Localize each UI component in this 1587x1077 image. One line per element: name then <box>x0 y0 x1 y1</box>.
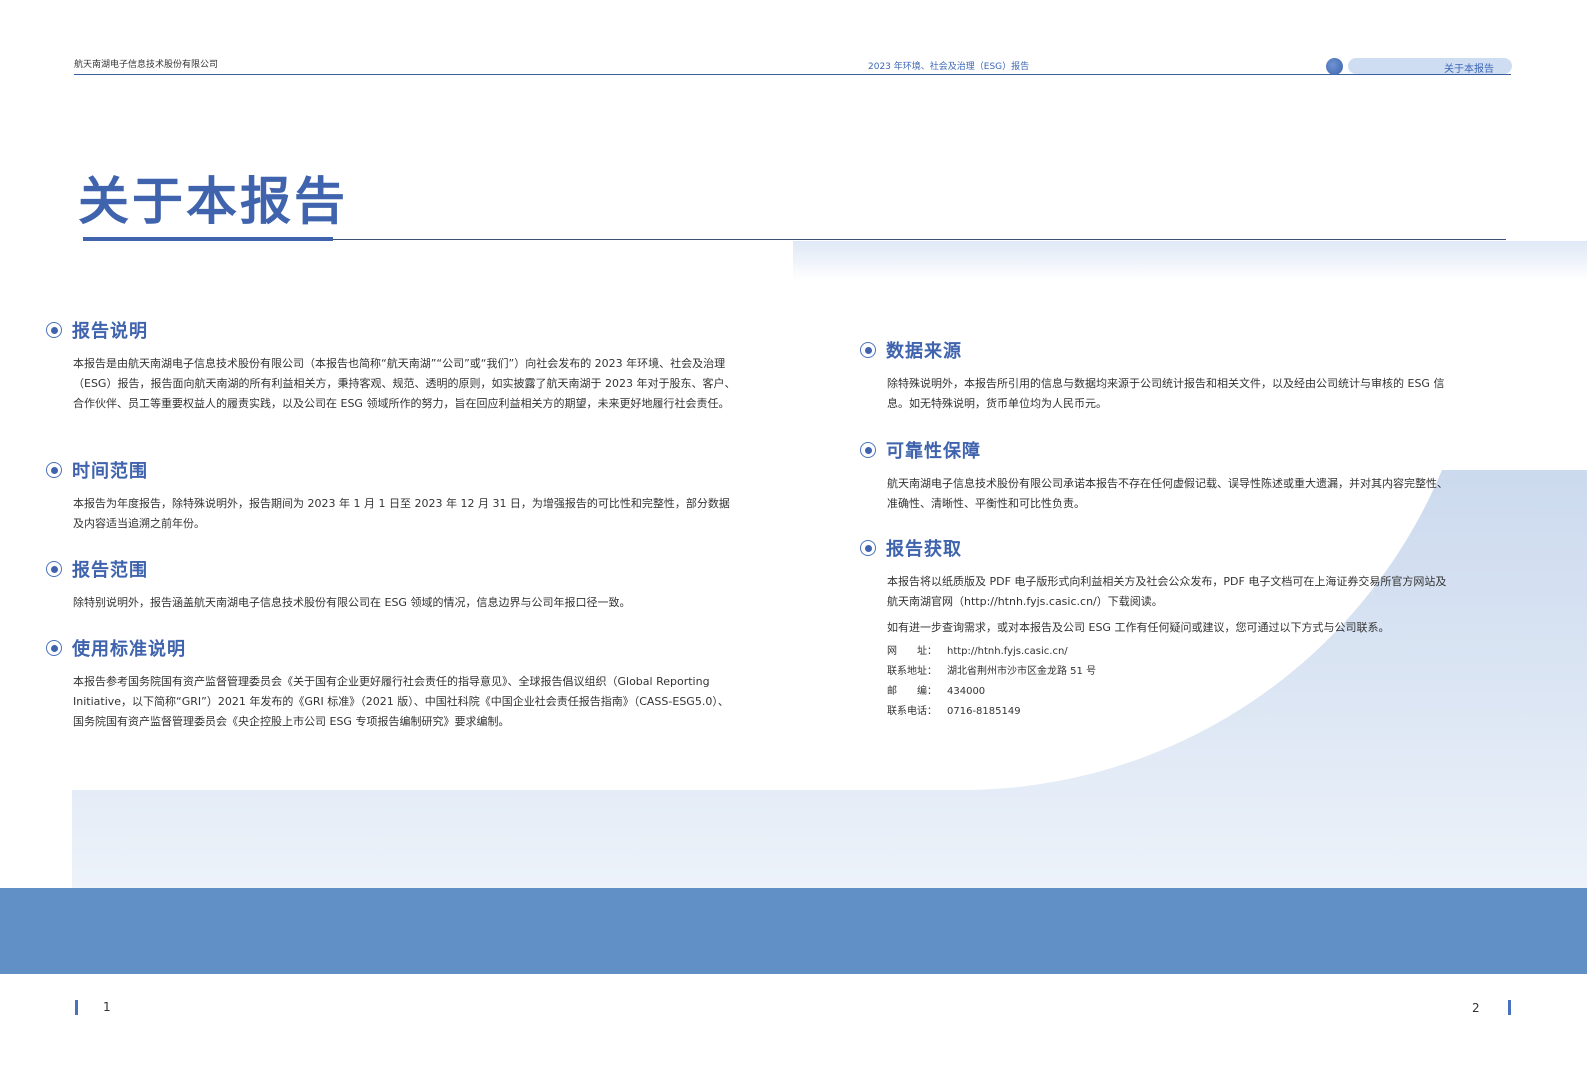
section-paragraph: 本报告将以纸质版及 PDF 电子版形式向利益相关方及社会公众发布，PDF 电子文… <box>887 575 1447 608</box>
contact-value: 0716-8185149 <box>947 706 1021 717</box>
section-time-range: 时间范围 本报告为年度报告，除特殊说明外，报告期间为 2023 年 1 月 1 … <box>46 456 736 534</box>
header-report-name: 2023 年环境、社会及治理（ESG）报告 <box>868 62 1030 72</box>
bullet-icon <box>860 540 876 556</box>
contact-phone: 联系电话： 0716-8185149 <box>887 702 1450 722</box>
contact-label: 联系地址： <box>887 666 937 677</box>
website-link[interactable]: http://htnh.fyjs.casic.cn/ <box>947 646 1068 657</box>
contact-website: 网 址： http://htnh.fyjs.casic.cn/ <box>887 642 1450 662</box>
title-rule-accent <box>83 237 333 241</box>
contact-value: 湖北省荆州市沙市区金龙路 51 号 <box>947 666 1097 677</box>
page-title: 关于本报告 <box>78 173 349 232</box>
section-title: 使用标准说明 <box>72 639 186 660</box>
section-paragraph: 航天南湖电子信息技术股份有限公司承诺本报告不存在任何虚假记载、误导性陈述或重大遗… <box>887 477 1448 510</box>
contact-address: 联系地址： 湖北省荆州市沙市区金龙路 51 号 <box>887 662 1450 682</box>
section-title: 报告获取 <box>886 539 962 560</box>
header-section-label: 关于本报告 <box>1444 64 1494 75</box>
section-paragraph: 除特别说明外，报告涵盖航天南湖电子信息技术股份有限公司在 ESG 领域的情况，信… <box>73 596 631 609</box>
contact-postcode: 邮 编： 434000 <box>887 682 1450 702</box>
bullet-icon <box>46 561 62 577</box>
section-report-access: 报告获取 本报告将以纸质版及 PDF 电子版形式向利益相关方及社会公众发布，PD… <box>860 534 1450 722</box>
bullet-icon <box>860 342 876 358</box>
bullet-icon <box>46 640 62 656</box>
bullet-icon <box>46 322 62 338</box>
header-section-tab: 关于本报告 <box>1348 58 1512 75</box>
contact-label: 联系电话： <box>887 706 937 717</box>
contact-label: 邮 编： <box>887 686 937 697</box>
section-data-source: 数据来源 除特殊说明外，本报告所引用的信息与数据均来源于公司统计报告和相关文件，… <box>860 336 1450 414</box>
section-title: 时间范围 <box>72 461 148 482</box>
page-marker-left <box>75 1000 78 1015</box>
section-paragraph: 如有进一步查询需求，或对本报告及公司 ESG 工作有任何疑问或建议，您可通过以下… <box>887 621 1390 634</box>
bullet-icon <box>46 462 62 478</box>
section-reliability: 可靠性保障 航天南湖电子信息技术股份有限公司承诺本报告不存在任何虚假记载、误导性… <box>860 436 1450 514</box>
section-title: 报告范围 <box>72 560 148 581</box>
section-title: 数据来源 <box>886 341 962 362</box>
header-rule <box>74 74 1511 75</box>
header-gradient-decoration <box>793 241 1587 281</box>
section-title: 可靠性保障 <box>886 441 981 462</box>
section-paragraph: 本报告为年度报告，除特殊说明外，报告期间为 2023 年 1 月 1 日至 20… <box>73 497 730 530</box>
header-dot-icon <box>1326 58 1343 75</box>
section-report-scope: 报告范围 除特别说明外，报告涵盖航天南湖电子信息技术股份有限公司在 ESG 领域… <box>46 555 736 613</box>
section-paragraph: 除特殊说明外，本报告所引用的信息与数据均来源于公司统计报告和相关文件，以及经由公… <box>887 377 1445 410</box>
page-marker-right <box>1508 1000 1511 1015</box>
bullet-icon <box>860 442 876 458</box>
section-title: 报告说明 <box>72 321 148 342</box>
section-paragraph: 本报告参考国务院国有资产监督管理委员会《关于国有企业更好履行社会责任的指导意见》… <box>73 675 729 728</box>
section-standards: 使用标准说明 本报告参考国务院国有资产监督管理委员会《关于国有企业更好履行社会责… <box>46 634 736 732</box>
footer-blue-band <box>0 888 1587 974</box>
page-number-right: 2 <box>1472 1001 1480 1015</box>
contact-label: 网 址： <box>887 646 937 657</box>
contact-value: 434000 <box>947 686 986 697</box>
section-report-description: 报告说明 本报告是由航天南湖电子信息技术股份有限公司（本报告也简称“航天南湖”“… <box>46 316 736 414</box>
header-company: 航天南湖电子信息技术股份有限公司 <box>74 60 219 70</box>
page-number-left: 1 <box>103 1000 111 1014</box>
contact-list: 网 址： http://htnh.fyjs.casic.cn/ 联系地址： 湖北省荆… <box>887 642 1450 722</box>
section-paragraph: 本报告是由航天南湖电子信息技术股份有限公司（本报告也简称“航天南湖”“公司”或“… <box>73 357 736 410</box>
